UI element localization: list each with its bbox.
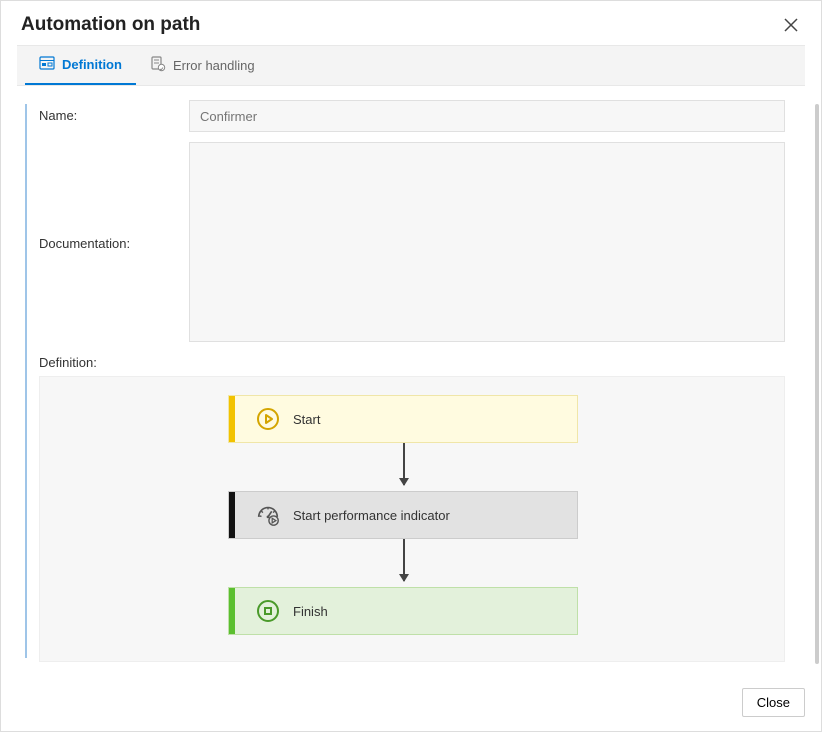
dialog-footer: Close <box>1 678 821 731</box>
scrollbar[interactable] <box>815 104 819 664</box>
tab-definition[interactable]: Definition <box>25 46 136 85</box>
flow-node-start[interactable]: Start <box>228 395 578 443</box>
tab-bar: Definition Error handling <box>17 45 805 86</box>
tab-error-handling-label: Error handling <box>173 58 255 73</box>
automation-dialog: Automation on path Definition Error hand… <box>0 0 822 732</box>
documentation-input[interactable] <box>189 142 785 342</box>
node-stripe <box>229 396 235 442</box>
definition-icon <box>39 55 55 74</box>
close-button[interactable]: Close <box>742 688 805 717</box>
tab-error-handling[interactable]: Error handling <box>136 46 269 85</box>
definition-canvas[interactable]: Start <box>39 376 785 662</box>
flow-node-performance-label: Start performance indicator <box>293 508 450 523</box>
documentation-label: Documentation: <box>39 236 189 251</box>
flow-node-finish-label: Finish <box>293 604 328 619</box>
play-icon <box>255 406 281 432</box>
flow-arrow <box>403 443 405 485</box>
name-input[interactable] <box>189 100 785 132</box>
node-stripe <box>229 492 235 538</box>
error-handling-icon <box>150 56 166 75</box>
flow-arrow <box>403 539 405 581</box>
flow-node-performance[interactable]: Start performance indicator <box>228 491 578 539</box>
name-label: Name: <box>39 100 189 132</box>
content-area: Name: Documentation: Definition: <box>1 86 821 678</box>
gauge-play-icon <box>255 502 281 528</box>
dialog-header: Automation on path <box>1 1 821 45</box>
definition-label: Definition: <box>39 355 97 370</box>
flow-node-start-label: Start <box>293 412 320 427</box>
dialog-title: Automation on path <box>21 14 200 36</box>
node-stripe <box>229 588 235 634</box>
tab-definition-label: Definition <box>62 57 122 72</box>
stop-icon <box>255 598 281 624</box>
flow-node-finish[interactable]: Finish <box>228 587 578 635</box>
section-indicator <box>25 104 27 658</box>
close-icon[interactable] <box>779 13 803 37</box>
